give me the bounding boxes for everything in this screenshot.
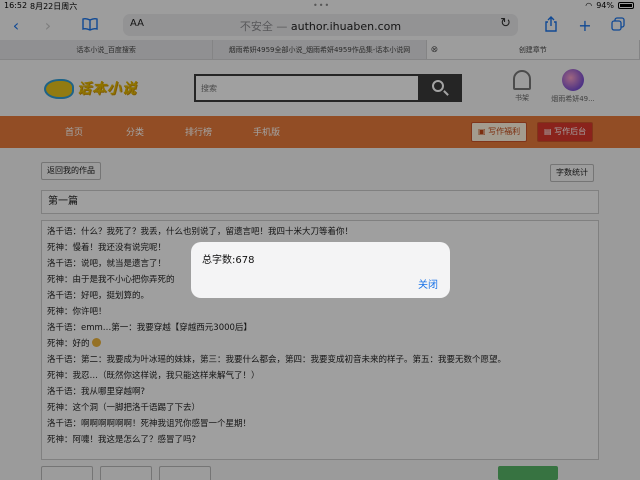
word-count-alert: 总字数:678 <box>191 242 450 298</box>
modal-overlay <box>0 0 640 480</box>
alert-close-button[interactable]: 关闭 <box>418 276 438 291</box>
alert-message: 总字数:678 <box>202 255 255 266</box>
